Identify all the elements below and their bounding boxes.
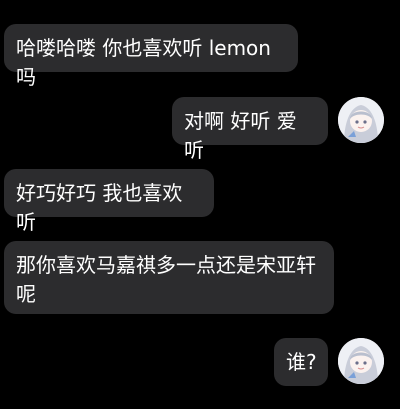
message-text: 那你喜欢马嘉祺多一点还是宋亚轩呢 [16, 253, 316, 306]
message-text: 哈喽哈喽 你也喜欢听 lemon 吗 [16, 36, 271, 89]
message-bubble-outgoing[interactable]: 对啊 好听 爱听 [172, 97, 328, 162]
anime-girl-avatar-icon [338, 97, 384, 143]
user-avatar[interactable] [338, 338, 384, 384]
user-avatar[interactable] [338, 97, 384, 143]
message-bubble-incoming[interactable]: 那你喜欢马嘉祺多一点还是宋亚轩呢 [4, 241, 334, 314]
message-bubble-incoming[interactable]: 好巧好巧 我也喜欢听 [4, 169, 214, 234]
message-text: 好巧好巧 我也喜欢听 [16, 181, 183, 234]
message-text: 谁? [286, 350, 317, 374]
message-bubble-incoming[interactable]: 哈喽哈喽 你也喜欢听 lemon 吗 [4, 24, 298, 89]
anime-girl-avatar-icon [338, 338, 384, 384]
message-bubble-outgoing[interactable]: 谁? [274, 338, 328, 386]
message-text: 对啊 好听 爱听 [184, 109, 297, 162]
